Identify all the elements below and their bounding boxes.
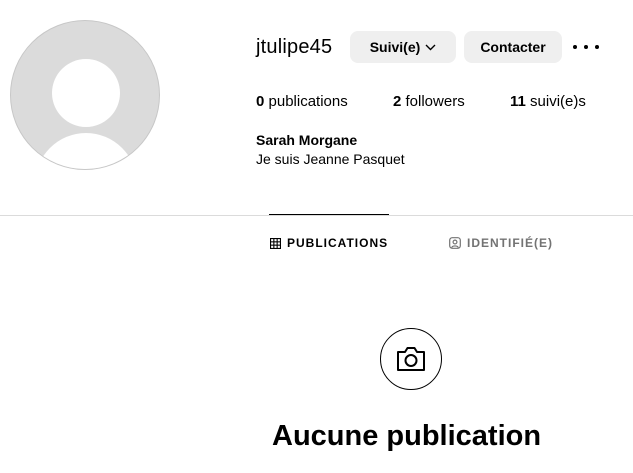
tab-publications[interactable]: PUBLICATIONS (270, 236, 388, 250)
profile-full-name: Sarah Morgane (256, 132, 358, 148)
empty-state-title: Aucune publication (272, 420, 542, 452)
tab-tagged[interactable]: IDENTIFIÉ(E) (449, 236, 553, 250)
active-tab-indicator (269, 214, 389, 215)
more-options-icon[interactable] (573, 38, 599, 56)
stat-following[interactable]: 11 suivi(e)s (510, 93, 586, 110)
contact-button-label: Contacter (480, 39, 546, 55)
tabs-divider (0, 215, 633, 216)
profile-username: jtulipe45 (256, 36, 333, 58)
empty-state-camera (380, 328, 442, 390)
tab-tagged-label: IDENTIFIÉ(E) (467, 236, 553, 250)
stat-posts: 0 publications (256, 93, 348, 110)
following-button-label: Suivi(e) (369, 39, 421, 55)
followers-label: followers (401, 93, 465, 110)
posts-label: publications (264, 93, 348, 110)
tab-publications-label: PUBLICATIONS (287, 236, 389, 250)
contact-button[interactable]: Contacter (464, 31, 562, 63)
chevron-down-icon (425, 44, 436, 51)
avatar-body-shape (35, 133, 137, 169)
following-dropdown-button[interactable]: Suivi(e) (350, 31, 456, 63)
profile-avatar[interactable] (10, 20, 160, 170)
camera-icon (397, 347, 425, 371)
avatar-head-shape (52, 59, 120, 127)
grid-icon (270, 237, 281, 249)
stat-followers[interactable]: 2 followers (393, 93, 465, 110)
profile-bio: Je suis Jeanne Pasquet (256, 151, 405, 167)
following-label: suivi(e)s (525, 93, 586, 110)
tagged-icon (449, 237, 461, 249)
following-count: 11 (510, 93, 526, 110)
